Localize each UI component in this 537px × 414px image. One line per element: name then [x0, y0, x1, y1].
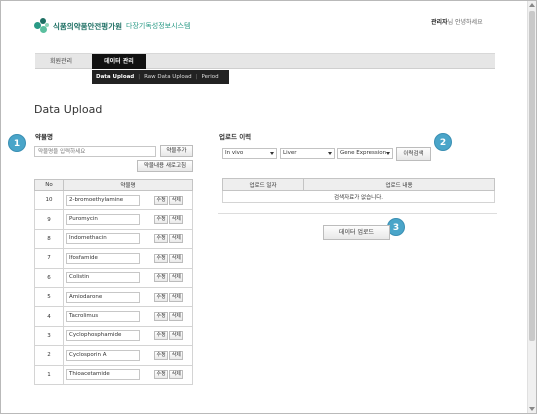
logo-title: 식품의약품안전평가원 [53, 21, 122, 31]
menu-item-data-management[interactable]: 데이터 관리 [92, 54, 146, 69]
column-header-drug-name: 약물명 [63, 179, 193, 191]
drug-name-field[interactable]: Cyclosporin A [66, 349, 140, 361]
organ-select[interactable]: Liver [280, 148, 335, 159]
row-number: 7 [34, 248, 64, 269]
sub-item-raw-data-upload[interactable]: Raw Data Upload [140, 70, 195, 84]
data-type-select[interactable]: Gene Expression [337, 148, 393, 159]
drug-name-field[interactable]: Indomethacin [66, 233, 140, 245]
drug-name-field[interactable]: Tacrolimus [66, 311, 140, 323]
menu-item-members[interactable]: 회원관리 [35, 54, 87, 69]
type-select[interactable]: In vivo [222, 148, 277, 159]
edit-button[interactable]: 수정 [154, 215, 169, 225]
drug-name-field[interactable]: Ifosfamide [66, 252, 140, 264]
table-row: 1 Thioacetamide 수정 삭제 [34, 364, 193, 385]
column-header-no: No [34, 179, 64, 191]
table-row: 6 Colistin 수정 삭제 [34, 267, 193, 288]
user-greeting: 관리자님 안녕하세요 [431, 17, 483, 26]
delete-button[interactable]: 삭제 [169, 273, 184, 283]
table-row: 7 Ifosfamide 수정 삭제 [34, 248, 193, 269]
drug-name-field[interactable]: Amiodarone [66, 291, 140, 303]
greeting-text: 님 안녕하세요 [447, 19, 483, 26]
drug-name-field[interactable]: Colistin [66, 272, 140, 284]
upload-history-label: 업로드 이력 [219, 133, 252, 141]
row-number: 10 [34, 189, 64, 211]
drug-name-field[interactable]: Cyclophosphamide [66, 330, 140, 342]
edit-button[interactable]: 수정 [154, 195, 169, 205]
chevron-down-icon [328, 152, 332, 155]
table-row: 10 2-bromoethylamine 수정 삭제 [34, 189, 193, 211]
row-number: 1 [34, 364, 64, 385]
sub-item-period[interactable]: Period [197, 70, 222, 84]
delete-button[interactable]: 삭제 [169, 234, 184, 244]
refresh-drugs-button[interactable]: 약물내용 새로고침 [137, 160, 193, 172]
scroll-up-icon[interactable] [529, 3, 535, 7]
table-row: 2 Cyclosporin A 수정 삭제 [34, 345, 193, 366]
column-header-upload-date: 업로드 일자 [222, 178, 304, 191]
edit-button[interactable]: 수정 [154, 350, 169, 360]
drug-name-field[interactable]: 2-bromoethylamine [66, 194, 140, 206]
scroll-down-icon[interactable] [529, 407, 535, 411]
add-drug-button[interactable]: 약물추가 [160, 145, 193, 157]
drug-name-field[interactable]: Puromycin [66, 214, 140, 226]
edit-button[interactable]: 수정 [154, 253, 169, 263]
table-row: 9 Puromycin 수정 삭제 [34, 209, 193, 230]
edit-button[interactable]: 수정 [154, 312, 169, 322]
table-row: 8 Indomethacin 수정 삭제 [34, 228, 193, 250]
edit-button[interactable]: 수정 [154, 331, 169, 341]
row-number: 8 [34, 228, 64, 250]
row-number: 3 [34, 325, 64, 347]
chevron-down-icon [386, 152, 390, 155]
delete-button[interactable]: 삭제 [169, 350, 184, 360]
drug-name-field[interactable]: Thioacetamide [66, 369, 140, 381]
logo-subtitle: 다장기독성정보시스템 [126, 22, 191, 30]
row-number: 5 [34, 286, 64, 308]
drug-table: No 약물명 10 2-bromoethylamine 수정 삭제 9 Puromycin… [34, 179, 193, 385]
step-badge-2: 2 [434, 133, 452, 151]
table-row: 4 Tacrolimus 수정 삭제 [34, 306, 193, 327]
site-logo[interactable]: 식품의약품안전평가원 다장기독성정보시스템 [34, 18, 190, 34]
edit-button[interactable]: 수정 [154, 273, 169, 283]
row-number: 2 [34, 345, 64, 366]
edit-button[interactable]: 수정 [154, 292, 169, 302]
data-upload-button[interactable]: 데이터 업로드 [323, 225, 390, 240]
delete-button[interactable]: 삭제 [169, 331, 184, 341]
scroll-thumb[interactable] [529, 11, 535, 341]
history-search-button[interactable]: 이력검색 [396, 147, 431, 161]
page-title: Data Upload [34, 103, 103, 116]
edit-button[interactable]: 수정 [154, 370, 169, 380]
drug-search-input[interactable] [34, 146, 156, 157]
chevron-down-icon [270, 152, 274, 155]
sub-menu: Data Upload | Raw Data Upload | Period [92, 70, 229, 84]
table-row: 5 Amiodarone 수정 삭제 [34, 286, 193, 308]
delete-button[interactable]: 삭제 [169, 195, 184, 205]
drug-section-label: 약물명 [35, 133, 53, 141]
vertical-scrollbar[interactable] [527, 1, 536, 413]
edit-button[interactable]: 수정 [154, 234, 169, 244]
delete-button[interactable]: 삭제 [169, 292, 184, 302]
row-number: 9 [34, 209, 64, 230]
delete-button[interactable]: 삭제 [169, 370, 184, 380]
step-badge-1: 1 [8, 134, 26, 152]
logo-icon [34, 18, 50, 34]
empty-message: 검색자료가 없습니다. [222, 190, 495, 203]
column-header-upload-content: 업로드 내용 [303, 178, 495, 191]
divider [218, 213, 497, 214]
row-number: 4 [34, 306, 64, 327]
delete-button[interactable]: 삭제 [169, 253, 184, 263]
upload-history-table: 업로드 일자 업로드 내용 검색자료가 없습니다. [222, 178, 495, 203]
user-name: 관리자 [431, 19, 448, 26]
sub-item-data-upload[interactable]: Data Upload [92, 70, 138, 84]
main-menu: 회원관리 데이터 관리 [35, 53, 495, 69]
delete-button[interactable]: 삭제 [169, 215, 184, 225]
table-row: 3 Cyclophosphamide 수정 삭제 [34, 325, 193, 347]
delete-button[interactable]: 삭제 [169, 312, 184, 322]
row-number: 6 [34, 267, 64, 288]
